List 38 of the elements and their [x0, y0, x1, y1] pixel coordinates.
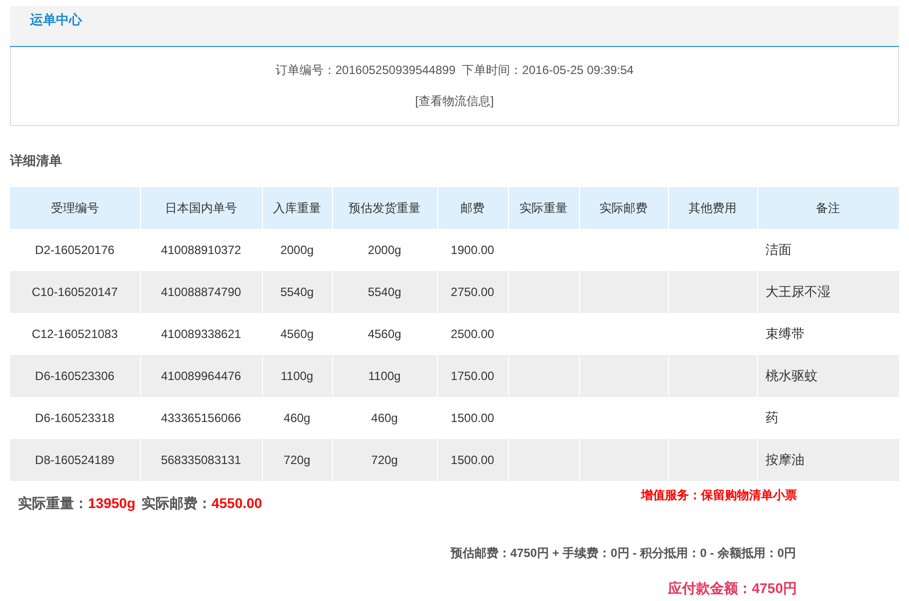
column-header: 备注: [757, 187, 899, 229]
table-cell: 大王尿不湿: [757, 271, 899, 313]
table-cell: 568335083131: [140, 439, 262, 481]
total-value: 4550.00: [211, 495, 262, 511]
table-cell: 410088874790: [140, 271, 262, 313]
table-cell: 5540g: [262, 271, 332, 313]
column-header: 受理编号: [10, 187, 140, 229]
table-cell: D6-160523306: [10, 355, 140, 397]
column-header: 其他费用: [668, 187, 757, 229]
table-cell: 按摩油: [757, 439, 899, 481]
table-cell: 桃水驱蚊: [757, 355, 899, 397]
section-title: 详细清单: [10, 152, 63, 170]
column-header: 预估发货重量: [332, 187, 437, 229]
table-cell: 2750.00: [437, 271, 508, 313]
table-cell: 1100g: [332, 355, 437, 397]
column-header: 入库重量: [262, 187, 332, 229]
column-header: 日本国内单号: [140, 187, 262, 229]
total-label: 实际邮费：: [141, 495, 212, 511]
order-info: 订单编号：201605250939544899 下单时间：2016-05-25 09:39:54: [275, 62, 634, 79]
logistics-link[interactable]: [查看物流信息]: [415, 93, 494, 110]
table-cell: 1500.00: [437, 439, 508, 481]
table-cell: 1100g: [262, 355, 332, 397]
column-header: 实际重量: [508, 187, 579, 229]
table-cell: D8-160524189: [10, 439, 140, 481]
total-label: 实际重量：: [18, 495, 88, 511]
column-header: 邮费: [437, 187, 508, 229]
table-cell: 1750.00: [437, 355, 508, 397]
total-value: 13950g: [88, 495, 136, 511]
page-title: 运单中心: [30, 10, 82, 28]
amount-due: 应付款金额：4750円: [666, 580, 798, 598]
service-note: 增值服务：保留购物清单小票: [641, 487, 797, 504]
table-cell: 720g: [262, 439, 332, 481]
table-cell: C10-160520147: [10, 271, 140, 313]
table-cell: 410089964476: [140, 355, 262, 397]
column-header: 实际邮费: [579, 187, 668, 229]
table-cell: 5540g: [332, 271, 437, 313]
fee-breakdown: 预估邮费：4750円 + 手续费：0円 - 积分抵用：0 - 余额抵用：0円: [449, 545, 797, 562]
table-cell: 720g: [332, 439, 437, 481]
